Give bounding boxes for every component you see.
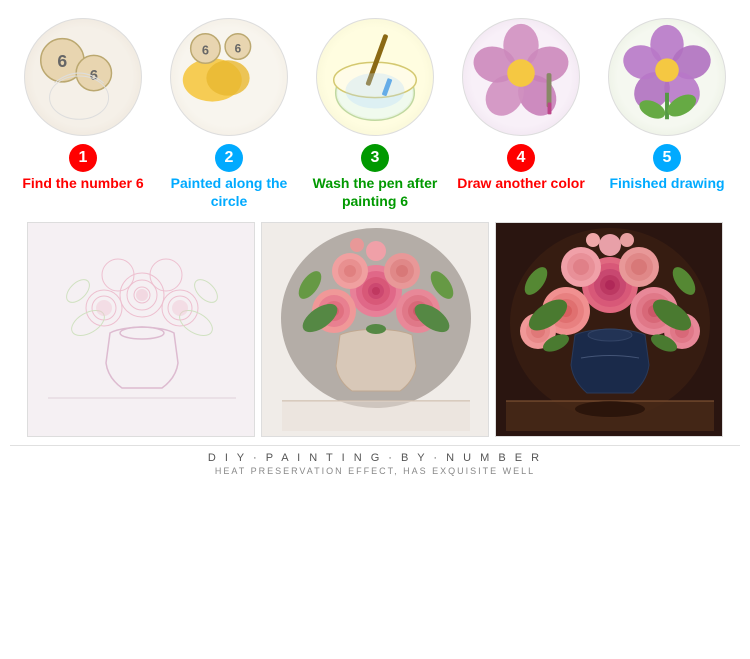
finished-painting [495, 222, 723, 437]
step-4-label: 4 Draw another color [457, 144, 585, 210]
step-2-num-circle: 2 [215, 144, 243, 172]
bottom-section: D I Y · P A I N T I N G · B Y · N U M B … [0, 222, 750, 484]
svg-text:6: 6 [90, 68, 98, 84]
step-1-label: 1 Find the number 6 [19, 144, 147, 210]
step-labels-row: 1 Find the number 6 2 Painted along the … [19, 144, 731, 210]
steps-section: 6 6 6 6 [0, 0, 750, 222]
sketch-painting [27, 222, 255, 437]
step-5-text: Finished drawing [609, 174, 724, 192]
step-4-circle [462, 18, 580, 136]
step-3-item [311, 18, 439, 136]
step-2-circle: 6 6 [170, 18, 288, 136]
svg-text:6: 6 [202, 42, 209, 57]
step-3-label: 3 Wash the pen after painting 6 [311, 144, 439, 210]
step-5-num-circle: 5 [653, 144, 681, 172]
step-3-number: 3 [361, 144, 389, 172]
step-3-circle [316, 18, 434, 136]
step-5-label: 5 Finished drawing [603, 144, 731, 210]
step-3-text: Wash the pen after painting 6 [311, 174, 439, 210]
footer-line1: D I Y · P A I N T I N G · B Y · N U M B … [208, 452, 542, 464]
step-1-number: 1 [69, 144, 97, 172]
footer-line2: HEAT PRESERVATION EFFECT, HAS EXQUISITE … [215, 466, 535, 476]
paintings-row [10, 222, 740, 437]
step-1-num-circle: 1 [69, 144, 97, 172]
footer-bar: D I Y · P A I N T I N G · B Y · N U M B … [10, 445, 740, 484]
step-4-text: Draw another color [457, 174, 585, 192]
step-3-num-circle: 3 [361, 144, 389, 172]
step-5-circle [608, 18, 726, 136]
partial-painting [261, 222, 489, 437]
step-5-number: 5 [653, 144, 681, 172]
circles-row: 6 6 6 6 [19, 18, 731, 136]
step-1-item: 6 6 [19, 18, 147, 136]
step-4-num-circle: 4 [507, 144, 535, 172]
step-2-item: 6 6 [165, 18, 293, 136]
step-2-number: 2 [215, 144, 243, 172]
step-1-text: Find the number 6 [22, 174, 143, 192]
step-2-text: Painted along the circle [165, 174, 293, 210]
svg-text:6: 6 [57, 51, 67, 71]
step-1-circle: 6 6 [24, 18, 142, 136]
step-4-number: 4 [507, 144, 535, 172]
step-5-item [603, 18, 731, 136]
svg-text:6: 6 [235, 42, 242, 55]
step-4-item [457, 18, 585, 136]
step-2-label: 2 Painted along the circle [165, 144, 293, 210]
